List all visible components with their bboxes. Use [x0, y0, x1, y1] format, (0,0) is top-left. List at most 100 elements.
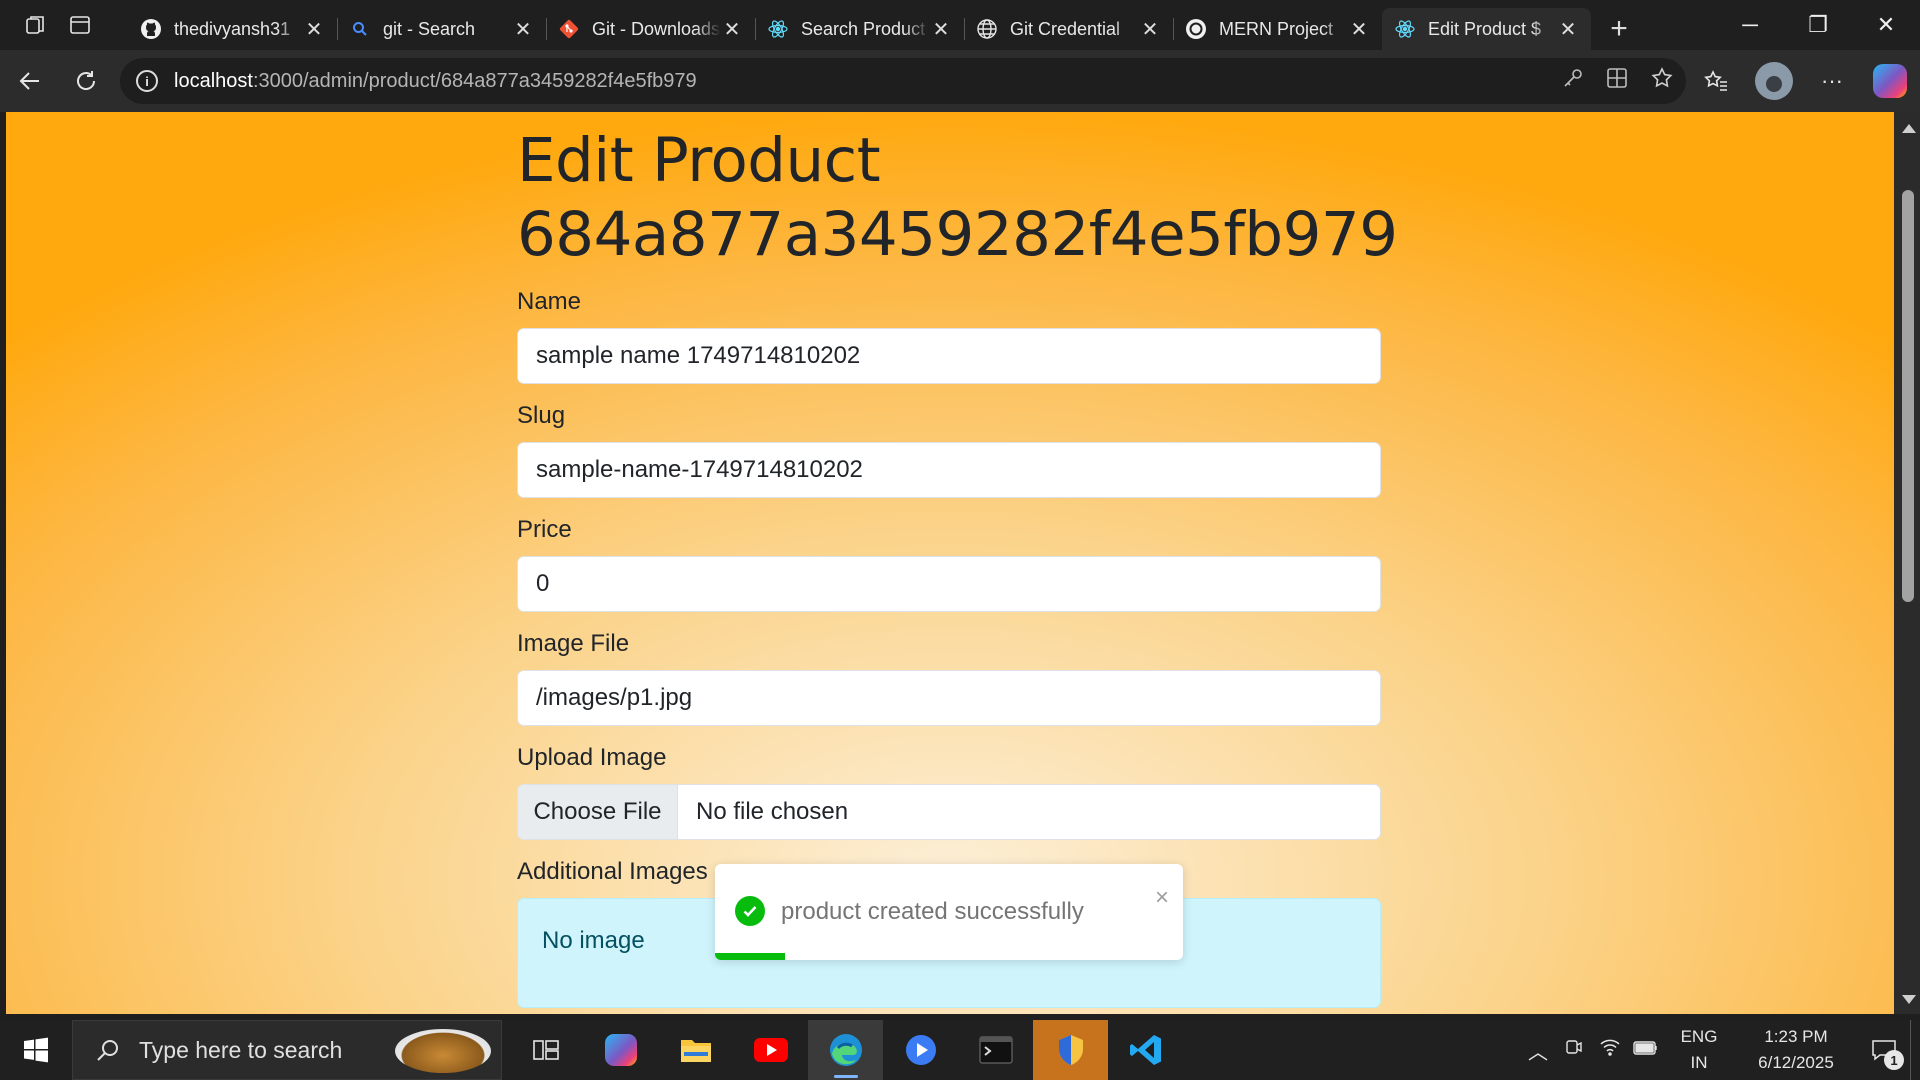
close-tab-icon[interactable]: ✕	[1139, 17, 1161, 42]
copilot-icon[interactable]	[1870, 61, 1910, 101]
region-code: IN	[1690, 1053, 1708, 1072]
choose-file-button[interactable]: Choose File	[518, 785, 678, 839]
close-tab-icon[interactable]: ✕	[721, 17, 743, 42]
clock-time: 1:23 PM	[1764, 1027, 1828, 1046]
youtube-icon[interactable]	[733, 1020, 808, 1080]
favorite-star-icon[interactable]	[1650, 66, 1674, 96]
vscode-icon[interactable]	[1108, 1020, 1183, 1080]
tab-mern-project[interactable]: MERN Project ✕	[1173, 8, 1382, 50]
react-icon	[1394, 18, 1416, 40]
notification-badge: 1	[1884, 1050, 1904, 1070]
close-tab-icon[interactable]: ✕	[512, 17, 534, 42]
pinned-apps	[508, 1020, 1183, 1080]
react-icon	[767, 18, 789, 40]
site-info-icon[interactable]: i	[136, 70, 158, 92]
favorites-icon[interactable]	[1696, 61, 1736, 101]
vertical-tabs-icon[interactable]	[58, 0, 102, 50]
tab-title: thedivyansh31	[174, 18, 291, 39]
windows-taskbar: Type here to search ︿ ENG IN 1:23 PM 6/1…	[0, 1020, 1920, 1080]
meet-now-icon[interactable]	[1556, 1037, 1592, 1063]
tab-title: git - Search	[383, 18, 476, 39]
tab-strip: thedivyansh31 ✕ git - Search ✕ Git - Dow…	[128, 0, 1643, 50]
url-host: localhost	[174, 69, 253, 92]
search-icon	[349, 18, 371, 40]
tab-git-credential[interactable]: Git Credential ✕	[964, 8, 1173, 50]
page-title: Edit Product 684a877a3459282f4e5fb979	[517, 125, 1398, 270]
security-shield-icon[interactable]	[1033, 1020, 1108, 1080]
file-explorer-icon[interactable]	[658, 1020, 733, 1080]
search-placeholder: Type here to search	[139, 1036, 343, 1063]
price-label: Price	[517, 516, 572, 543]
tab-title: Git Credential	[1010, 18, 1121, 39]
search-icon	[97, 1040, 118, 1061]
image-file-group: Image File	[517, 630, 1387, 726]
password-key-icon[interactable]	[1562, 67, 1584, 95]
tab-title: Search Product	[801, 18, 926, 39]
tab-title: MERN Project	[1219, 18, 1334, 39]
browser-toolbar: i localhost:3000/admin/product/684a877a3…	[0, 50, 1920, 112]
slug-label: Slug	[517, 402, 566, 429]
profile-avatar[interactable]	[1754, 61, 1794, 101]
search-highlight-image	[395, 1029, 491, 1073]
tab-edit-product[interactable]: Edit Product $ ✕	[1382, 8, 1591, 50]
clock[interactable]: 1:23 PM 6/12/2025	[1734, 1024, 1858, 1076]
image-file-label: Image File	[517, 630, 630, 657]
file-status: No file chosen	[696, 798, 849, 825]
terminal-icon[interactable]	[958, 1020, 1033, 1080]
close-tab-icon[interactable]: ✕	[930, 17, 952, 42]
slug-input[interactable]	[517, 442, 1381, 498]
workspaces-icon[interactable]	[14, 0, 58, 50]
browser-tab-bar: thedivyansh31 ✕ git - Search ✕ Git - Dow…	[0, 0, 1920, 50]
upload-image-group: Upload Image Choose File No file chosen	[517, 744, 1387, 840]
copilot-app-icon[interactable]	[583, 1020, 658, 1080]
tab-git-downloads[interactable]: Git - Downloads ✕	[546, 8, 755, 50]
toast-close-icon[interactable]: ×	[1155, 884, 1169, 912]
close-tab-icon[interactable]: ✕	[1348, 17, 1370, 42]
media-player-icon[interactable]	[883, 1020, 958, 1080]
close-tab-icon[interactable]: ✕	[1557, 17, 1579, 42]
tab-search-product[interactable]: Search Product ✕	[755, 8, 964, 50]
image-file-input[interactable]	[517, 670, 1381, 726]
globe-icon	[976, 18, 998, 40]
price-group: Price	[517, 516, 1387, 612]
tab-title: Git - Downloads	[592, 18, 721, 39]
app-available-icon[interactable]	[1606, 67, 1628, 95]
new-tab-button[interactable]: +	[1595, 8, 1643, 50]
minimize-icon[interactable]: ─	[1716, 0, 1784, 50]
scroll-down-icon[interactable]	[1902, 995, 1916, 1004]
task-view-icon[interactable]	[508, 1020, 583, 1080]
edge-browser-icon[interactable]	[808, 1020, 883, 1080]
git-icon	[558, 18, 580, 40]
success-toast: product created successfully ×	[715, 864, 1183, 960]
address-bar-actions	[1562, 58, 1674, 104]
price-input[interactable]	[517, 556, 1381, 612]
wifi-icon[interactable]	[1592, 1037, 1628, 1063]
name-input[interactable]	[517, 328, 1381, 384]
taskbar-search[interactable]: Type here to search	[72, 1020, 502, 1080]
scroll-up-icon[interactable]	[1902, 124, 1916, 133]
notification-center-icon[interactable]: 1	[1858, 1020, 1910, 1080]
more-options-icon[interactable]: ···	[1812, 61, 1852, 101]
upload-image-input[interactable]: Choose File No file chosen	[517, 784, 1381, 840]
toolbar-right: ···	[1696, 50, 1910, 112]
tab-git-search[interactable]: git - Search ✕	[337, 8, 546, 50]
close-window-icon[interactable]: ✕	[1852, 0, 1920, 50]
restore-icon[interactable]: ❐	[1784, 0, 1852, 50]
close-tab-icon[interactable]: ✕	[303, 17, 325, 42]
scroll-thumb[interactable]	[1902, 190, 1914, 602]
window-controls: ─ ❐ ✕	[1716, 0, 1920, 50]
refresh-icon[interactable]	[58, 53, 114, 109]
show-desktop-button[interactable]	[1910, 1020, 1920, 1080]
input-language[interactable]: ENG IN	[1664, 1024, 1734, 1076]
slug-group: Slug	[517, 402, 1387, 498]
tab-title: Edit Product $	[1428, 18, 1542, 39]
address-bar[interactable]: i localhost:3000/admin/product/684a877a3…	[120, 58, 1686, 104]
chevron-up-icon[interactable]: ︿	[1520, 1036, 1556, 1065]
battery-icon[interactable]	[1628, 1039, 1664, 1062]
windows-start-icon[interactable]	[0, 1020, 72, 1080]
copilot-logo	[1873, 64, 1907, 98]
tab-github[interactable]: thedivyansh31 ✕	[128, 8, 337, 50]
page-scrollbar[interactable]	[1894, 112, 1920, 1014]
back-icon[interactable]	[2, 53, 58, 109]
openai-icon	[1185, 18, 1207, 40]
